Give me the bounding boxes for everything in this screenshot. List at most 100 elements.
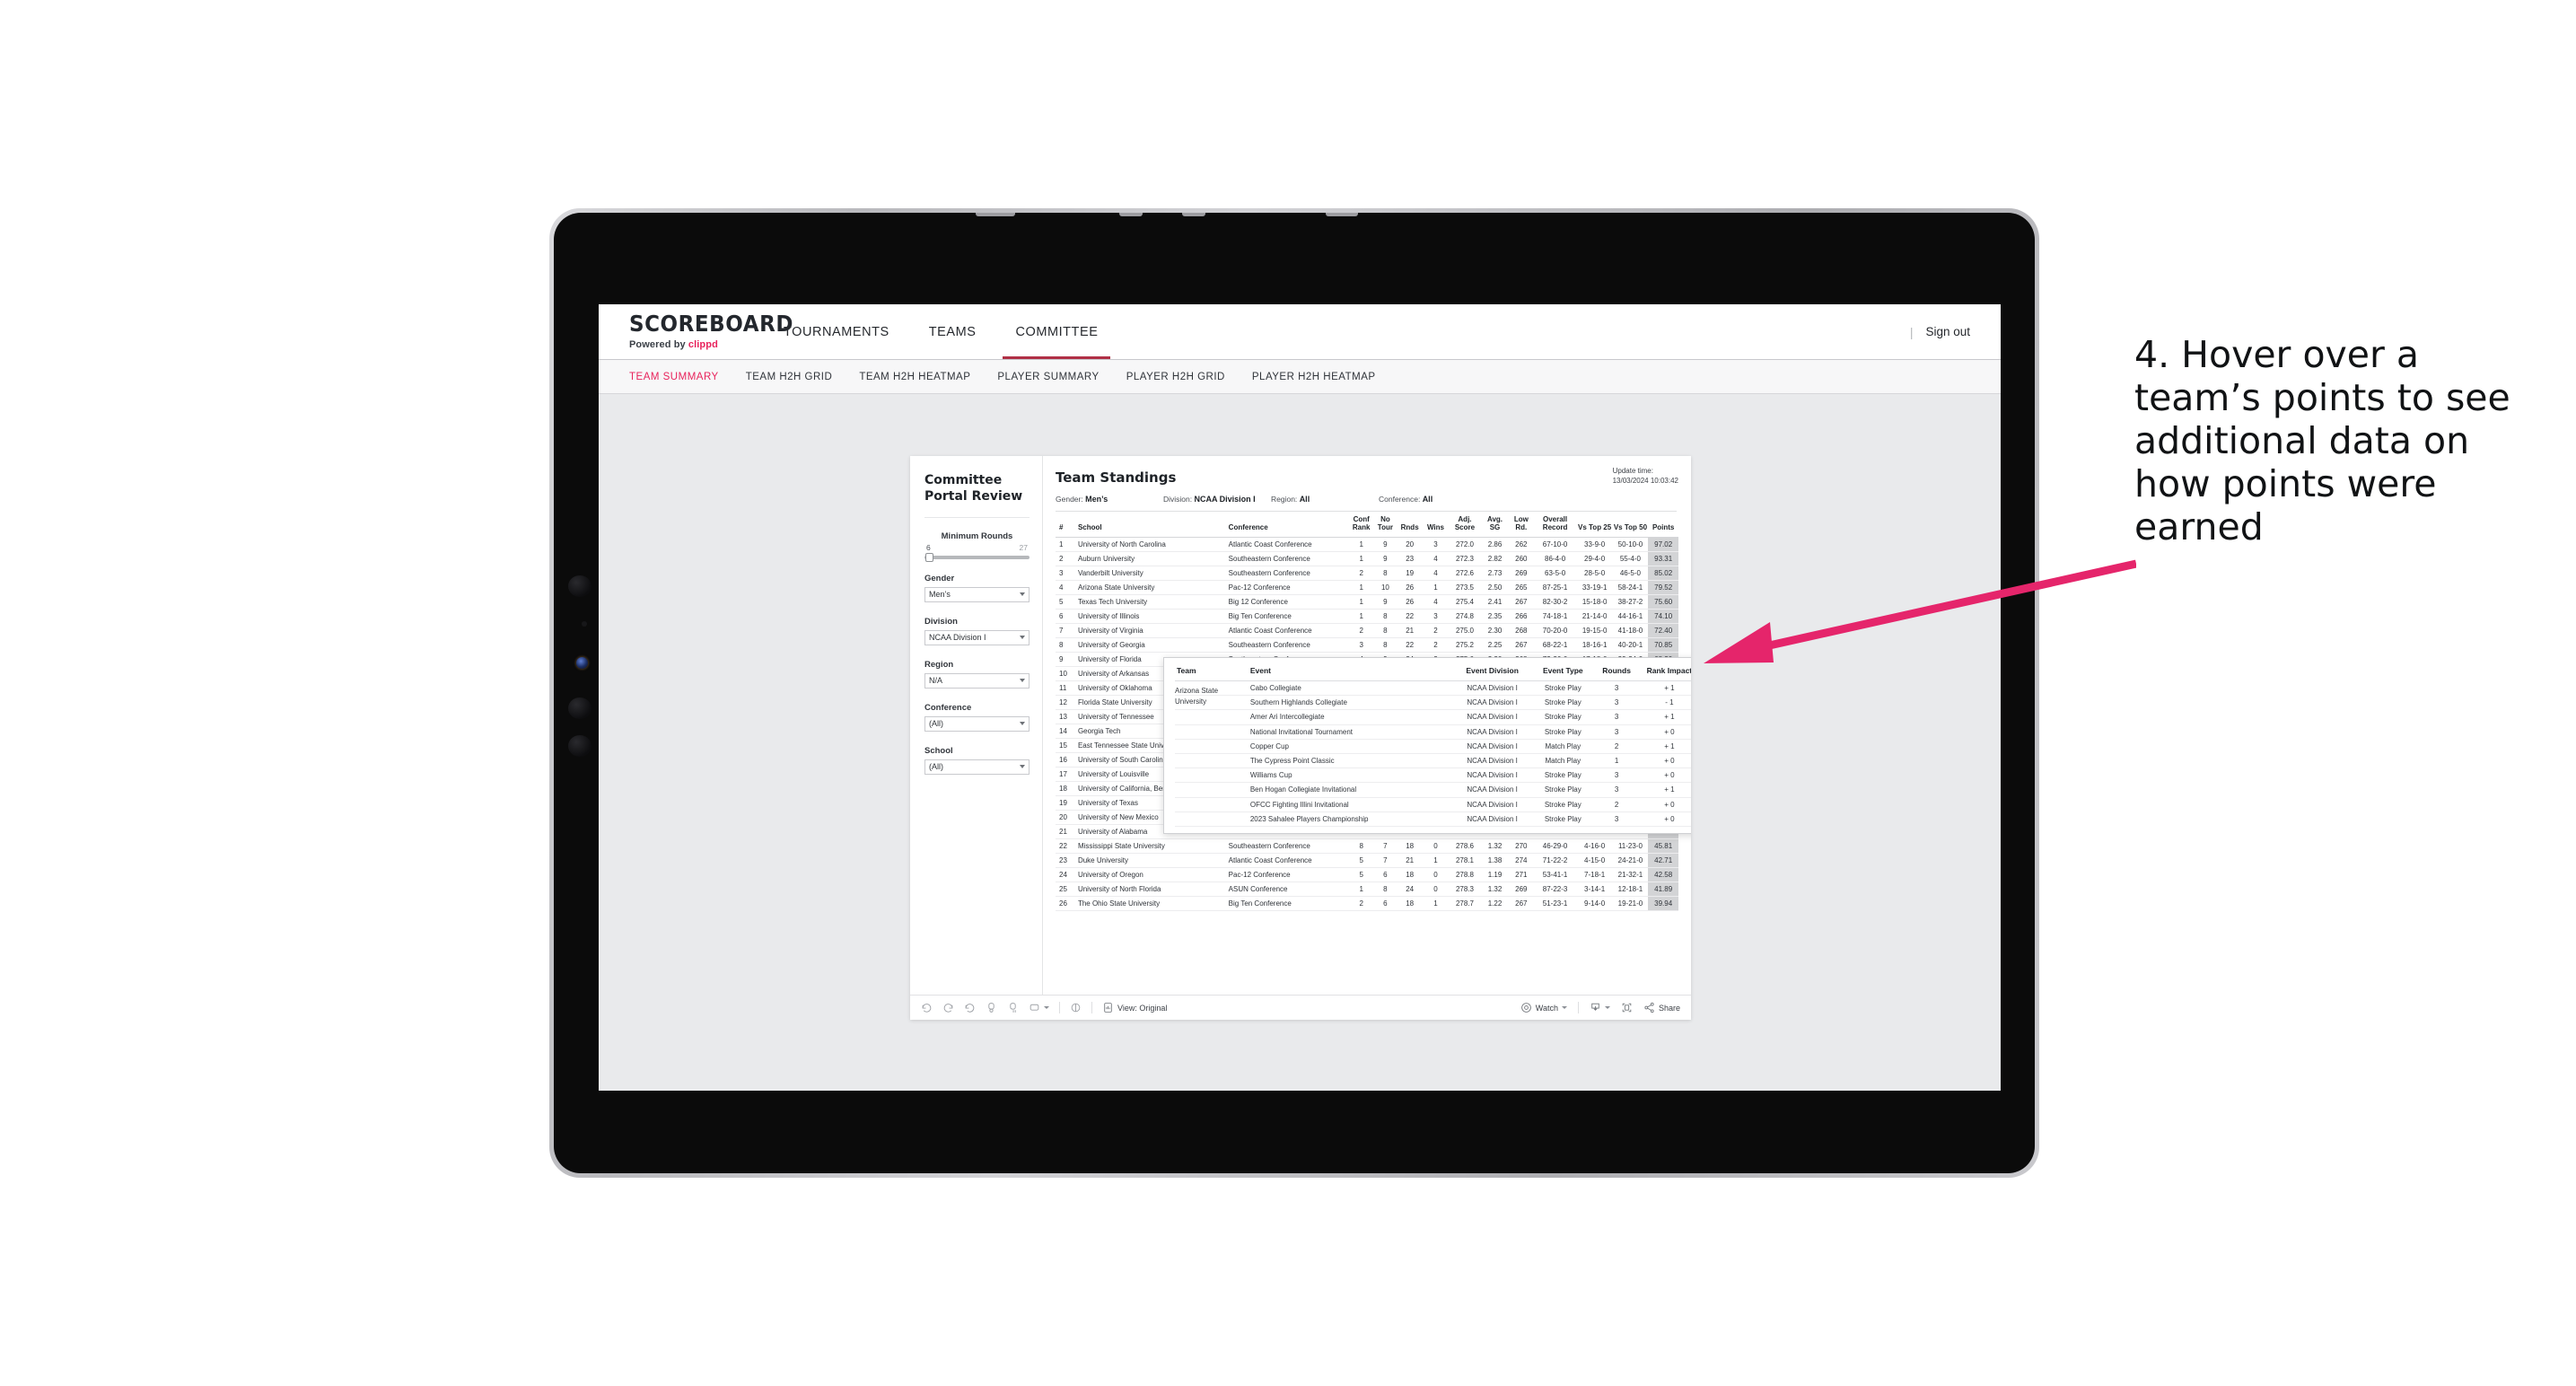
cell-rank: 9: [1056, 652, 1074, 667]
col-rnds[interactable]: Rnds: [1397, 512, 1423, 538]
cell-points[interactable]: 79.52: [1648, 580, 1678, 595]
cell-points[interactable]: 72.40: [1648, 623, 1678, 638]
tt-cell-event: Southern Highlands Collegiate: [1248, 695, 1454, 711]
cell-points[interactable]: 39.94: [1648, 896, 1678, 911]
col-wins[interactable]: Wins: [1422, 512, 1450, 538]
division-filter-select[interactable]: NCAA Division I: [924, 629, 1030, 645]
pause-icon[interactable]: [1070, 1002, 1082, 1013]
tt-cell-rounds: 3: [1594, 724, 1639, 740]
brand-logo[interactable]: SCOREBOARD Powered by clippd: [599, 304, 793, 359]
cell-adj-score: 278.6: [1449, 838, 1481, 854]
tt-cell-rank-impact: + 0: [1638, 811, 1691, 827]
revert-icon[interactable]: [964, 1002, 976, 1013]
col-overall[interactable]: Overall Record: [1533, 512, 1577, 538]
table-row[interactable]: 23 Duke University Atlantic Coast Conferen…: [1056, 853, 1678, 868]
cell-points[interactable]: 85.02: [1648, 566, 1678, 581]
share-button[interactable]: Share: [1643, 1002, 1680, 1013]
col-conference[interactable]: Conference: [1224, 512, 1350, 538]
cell-wins: 0: [1422, 882, 1450, 897]
nav-tab-teams[interactable]: TEAMS: [909, 304, 996, 359]
table-row[interactable]: 4 Arizona State University Pac-12 Conferen…: [1056, 580, 1678, 595]
table-row[interactable]: 8 University of Georgia Southeastern Confe…: [1056, 637, 1678, 653]
tt-cell-team: [1175, 782, 1249, 798]
table-row[interactable]: 22 Mississippi State University Southeaste…: [1056, 838, 1678, 854]
table-row[interactable]: 24 University of Oregon Pac-12 Conference 5…: [1056, 867, 1678, 882]
redo-icon[interactable]: [942, 1002, 954, 1013]
col-vs-top-25[interactable]: Vs Top 25: [1576, 512, 1613, 538]
tt-cell-team: [1175, 739, 1249, 754]
table-row[interactable]: 25 University of North Florida ASUN Confer…: [1056, 882, 1678, 897]
nav-tab-tournaments[interactable]: TOURNAMENTS: [764, 304, 909, 359]
cell-vs-top-50: 24-21-0: [1612, 853, 1649, 868]
nav-tab-committee[interactable]: COMMITTEE: [995, 304, 1117, 359]
minimum-rounds-slider-thumb[interactable]: [925, 552, 933, 562]
tt-cell-event-division: NCAA Division I: [1453, 724, 1531, 740]
tablet-bezel: SCOREBOARD Powered by clippd TOURNAMENTS…: [554, 213, 2035, 1173]
tt-cell-event-type: Stroke Play: [1530, 709, 1595, 725]
minimum-rounds-slider-track[interactable]: [924, 552, 1030, 562]
col-avg-sg[interactable]: Avg. SG: [1480, 512, 1510, 538]
download-button[interactable]: [1590, 1002, 1610, 1013]
cell-points[interactable]: 41.89: [1648, 882, 1678, 897]
table-row[interactable]: 26 The Ohio State University Big Ten Confe…: [1056, 896, 1678, 911]
col-school[interactable]: School: [1073, 512, 1225, 538]
cell-conf-rank: 5: [1349, 867, 1374, 882]
cell-wins: 1: [1422, 580, 1450, 595]
cell-points[interactable]: 42.71: [1648, 853, 1678, 868]
sub-tab-player-h2h-heatmap[interactable]: PLAYER H2H HEATMAP: [1252, 372, 1376, 382]
tt-cell-event-division: NCAA Division I: [1453, 782, 1531, 798]
conference-filter-select[interactable]: (All): [924, 715, 1030, 732]
cell-points[interactable]: 45.81: [1648, 838, 1678, 854]
cell-points[interactable]: 93.31: [1648, 551, 1678, 566]
cell-overall-record: 87-22-3: [1533, 882, 1577, 897]
cell-points[interactable]: 42.58: [1648, 867, 1678, 882]
chevron-down-icon: [1020, 636, 1025, 640]
school-filter-select[interactable]: (All): [924, 759, 1030, 775]
sub-tab-team-h2h-heatmap[interactable]: TEAM H2H HEATMAP: [859, 372, 970, 382]
col-no-tour[interactable]: No Tour: [1373, 512, 1398, 538]
col-rank[interactable]: #: [1056, 512, 1074, 538]
cell-points[interactable]: 74.10: [1648, 609, 1678, 624]
custom-views-button[interactable]: [1029, 1002, 1049, 1013]
table-row[interactable]: 1 University of North Carolina Atlantic Co…: [1056, 537, 1678, 552]
col-low-rd[interactable]: Low Rd.: [1509, 512, 1534, 538]
cell-points[interactable]: 70.85: [1648, 637, 1678, 653]
sign-out-link[interactable]: Sign out: [1925, 325, 1970, 338]
refresh-icon[interactable]: [986, 1002, 997, 1013]
standings-table-wrap[interactable]: # School Conference Conf Rank No Tour Rn…: [1043, 512, 1691, 995]
sub-tab-team-summary[interactable]: TEAM SUMMARY: [629, 372, 719, 382]
cell-conf-rank: 1: [1349, 594, 1374, 610]
gender-filter-select[interactable]: Men’s: [924, 586, 1030, 602]
table-row[interactable]: 6 University of Illinois Big Ten Conferenc…: [1056, 609, 1678, 624]
cell-points[interactable]: 97.02: [1648, 537, 1678, 552]
table-row[interactable]: 7 University of Virginia Atlantic Coast Co…: [1056, 623, 1678, 638]
sub-tab-player-summary[interactable]: PLAYER SUMMARY: [997, 372, 1099, 382]
pause-auto-updates-icon[interactable]: [1007, 1002, 1019, 1013]
cell-low-rd: 266: [1509, 609, 1534, 624]
col-conf-rank[interactable]: Conf Rank: [1349, 512, 1374, 538]
school-filter-label: School: [924, 745, 953, 756]
chevron-down-icon: [1561, 1006, 1567, 1009]
table-row[interactable]: 2 Auburn University Southeastern Conferenc…: [1056, 551, 1678, 566]
tt-cell-rounds: 3: [1594, 709, 1639, 725]
cell-wins: 2: [1422, 637, 1450, 653]
table-row[interactable]: 5 Texas Tech University Big 12 Conference 1…: [1056, 594, 1678, 610]
cell-low-rd: 274: [1509, 853, 1534, 868]
sub-tab-team-h2h-grid[interactable]: TEAM H2H GRID: [746, 372, 833, 382]
col-points[interactable]: Points: [1648, 512, 1678, 538]
col-adj-score[interactable]: Adj. Score: [1449, 512, 1481, 538]
view-original-button[interactable]: View: Original: [1102, 1002, 1167, 1013]
watch-button[interactable]: Watch: [1520, 1002, 1567, 1013]
col-vs-top-50[interactable]: Vs Top 50: [1612, 512, 1649, 538]
cell-points[interactable]: 75.60: [1648, 594, 1678, 610]
fullscreen-icon[interactable]: [1621, 1002, 1633, 1013]
tt-cell-rank-impact: - 1: [1638, 695, 1691, 711]
sub-tab-player-h2h-grid[interactable]: PLAYER H2H GRID: [1126, 372, 1225, 382]
undo-icon[interactable]: [921, 1002, 933, 1013]
region-filter-select[interactable]: N/A: [924, 672, 1030, 689]
table-row[interactable]: 3 Vanderbilt University Southeastern Confe…: [1056, 566, 1678, 581]
cell-wins: 0: [1422, 838, 1450, 854]
cell-school: University of Virginia: [1073, 623, 1225, 638]
cell-rank: 8: [1056, 637, 1074, 653]
chevron-down-icon: [1020, 679, 1025, 683]
